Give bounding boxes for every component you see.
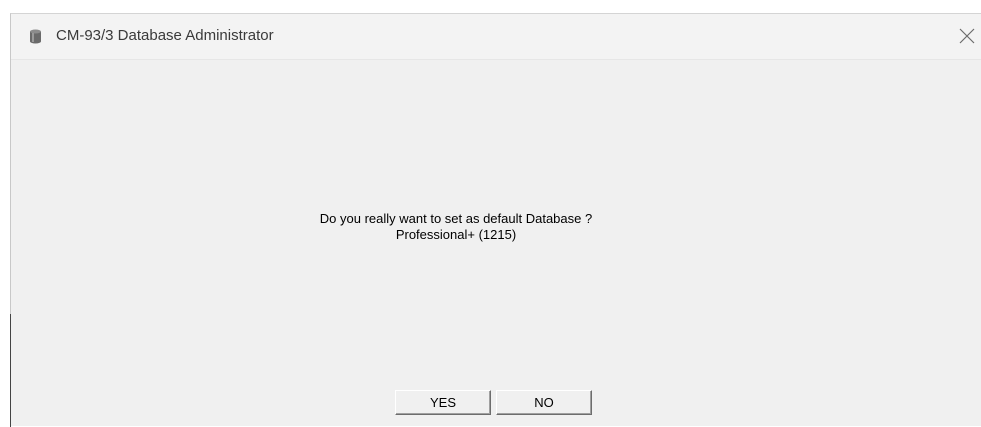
- no-button[interactable]: NO: [496, 390, 592, 415]
- yes-button[interactable]: YES: [395, 390, 491, 415]
- message-database-name: Professional+ (1215): [395, 227, 517, 242]
- message-question: Do you really want to set as default Dat…: [319, 211, 593, 226]
- title-bar[interactable]: CM-93/3 Database Administrator: [11, 14, 981, 60]
- database-cylinder-icon: [29, 29, 42, 44]
- dialog-window: CM-93/3 Database Administrator Do you re…: [10, 13, 981, 427]
- window-title: CM-93/3 Database Administrator: [56, 27, 274, 44]
- close-icon[interactable]: [955, 24, 979, 48]
- confirmation-message: Do you really want to set as default Dat…: [11, 211, 901, 243]
